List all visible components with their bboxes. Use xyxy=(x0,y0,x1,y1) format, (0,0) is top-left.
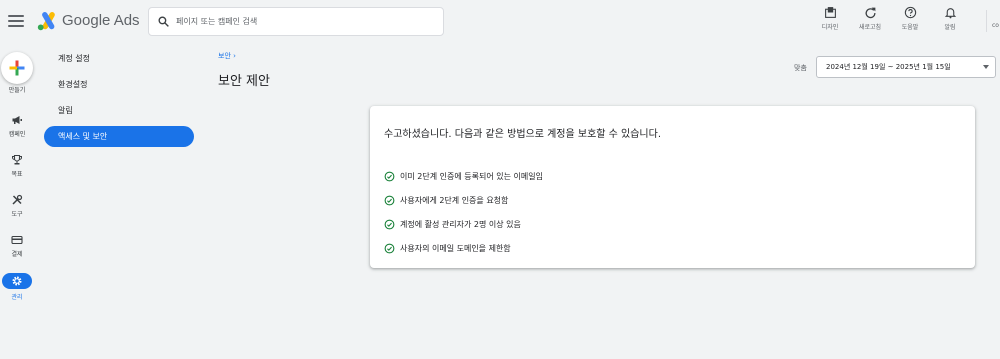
suggestion-list: 이미 2단계 인증에 등록되어 있는 이메일임 사용자에게 2단계 인증을 요청… xyxy=(384,164,543,260)
check-circle-icon xyxy=(384,171,395,181)
refresh-label: 새로고침 xyxy=(858,24,882,31)
list-item-text: 이미 2단계 인증에 등록되어 있는 이메일임 xyxy=(400,171,543,181)
rail-item-label: 도구 xyxy=(11,211,23,218)
refresh-button[interactable]: 새로고침 xyxy=(850,6,890,31)
card-heading: 수고하셨습니다. 다음과 같은 방법으로 계정을 보호할 수 있습니다. xyxy=(384,129,662,140)
rail-item-billing[interactable]: 결제 xyxy=(0,234,34,258)
sidenav: 계정 설정 환경설정 알림 액세스 및 보안 xyxy=(44,48,194,152)
create-label: 만들기 xyxy=(8,87,26,94)
menu-icon[interactable] xyxy=(8,12,24,30)
list-item-text: 계정에 활성 관리자가 2명 이상 있음 xyxy=(400,219,521,229)
trophy-icon xyxy=(12,154,22,165)
notifications-button[interactable]: 알림 xyxy=(930,6,970,31)
list-item: 사용자에게 2단계 인증을 요청함 xyxy=(384,188,543,212)
list-item: 사용자의 이메일 도메인을 제한함 xyxy=(384,236,543,260)
chevron-down-icon xyxy=(983,65,989,69)
check-circle-icon xyxy=(384,195,395,205)
left-rail: 만들기 캠페인 목표 도구 결제 관리 xyxy=(0,44,34,359)
check-circle-icon xyxy=(384,219,395,229)
refresh-icon xyxy=(865,7,875,19)
bell-icon xyxy=(944,8,956,19)
list-item-text: 사용자의 이메일 도메인을 제한함 xyxy=(400,243,511,253)
notifications-label: 알림 xyxy=(944,24,956,31)
rail-item-label: 목표 xyxy=(11,171,23,178)
design-button[interactable]: 디자인 xyxy=(810,6,850,31)
help-label: 도움말 xyxy=(901,24,919,31)
credit-card-icon xyxy=(11,235,23,245)
top-bar: Google Ads 디자인 새로고침 도움말 알림 co xyxy=(0,0,1000,44)
search-box[interactable] xyxy=(148,7,444,36)
design-label: 디자인 xyxy=(821,24,839,31)
gear-icon xyxy=(12,276,22,286)
rail-item-label: 관리 xyxy=(11,294,23,301)
help-button[interactable]: 도움말 xyxy=(890,6,930,31)
top-divider xyxy=(986,10,987,32)
date-range-selector[interactable]: 2024년 12월 19일 ~ 2025년 1월 15일 xyxy=(816,56,996,78)
rail-active-indicator xyxy=(2,273,32,289)
google-ads-logo xyxy=(37,11,55,31)
rail-item-label: 결제 xyxy=(11,251,23,258)
sidenav-item-access-security[interactable]: 액세스 및 보안 xyxy=(44,126,194,147)
rail-item-campaigns[interactable]: 캠페인 xyxy=(0,114,34,138)
sidenav-item-notifications[interactable]: 알림 xyxy=(44,100,194,121)
security-suggestions-card: 수고하셨습니다. 다음과 같은 방법으로 계정을 보호할 수 있습니다. 이미 … xyxy=(370,106,975,268)
sidenav-item-preferences[interactable]: 환경설정 xyxy=(44,74,194,95)
date-range-label: 맞춤 xyxy=(794,64,807,72)
search-input[interactable] xyxy=(176,17,436,26)
account-truncated-text[interactable]: co xyxy=(992,22,999,29)
list-item-text: 사용자에게 2단계 인증을 요청함 xyxy=(400,195,509,205)
rail-item-goals[interactable]: 목표 xyxy=(0,154,34,178)
megaphone-icon xyxy=(12,116,22,124)
rail-item-label: 캠페인 xyxy=(8,131,26,138)
list-item: 계정에 활성 관리자가 2명 이상 있음 xyxy=(384,212,543,236)
app-title: Google Ads xyxy=(62,12,140,29)
list-item: 이미 2단계 인증에 등록되어 있는 이메일임 xyxy=(384,164,543,188)
design-icon xyxy=(824,7,836,18)
rail-item-tools[interactable]: 도구 xyxy=(0,194,34,218)
sidenav-item-account-settings[interactable]: 계정 설정 xyxy=(44,48,194,69)
search-icon xyxy=(158,16,169,27)
help-icon xyxy=(904,6,916,19)
date-range-value: 2024년 12월 19일 ~ 2025년 1월 15일 xyxy=(826,63,951,71)
check-circle-icon xyxy=(384,243,395,253)
rail-item-admin[interactable]: 관리 xyxy=(0,273,34,301)
create-button[interactable] xyxy=(1,52,33,84)
breadcrumb[interactable]: 보안 › xyxy=(218,51,236,61)
tools-icon xyxy=(12,194,23,205)
page-title: 보안 제안 xyxy=(218,74,270,89)
plus-icon xyxy=(9,60,25,76)
